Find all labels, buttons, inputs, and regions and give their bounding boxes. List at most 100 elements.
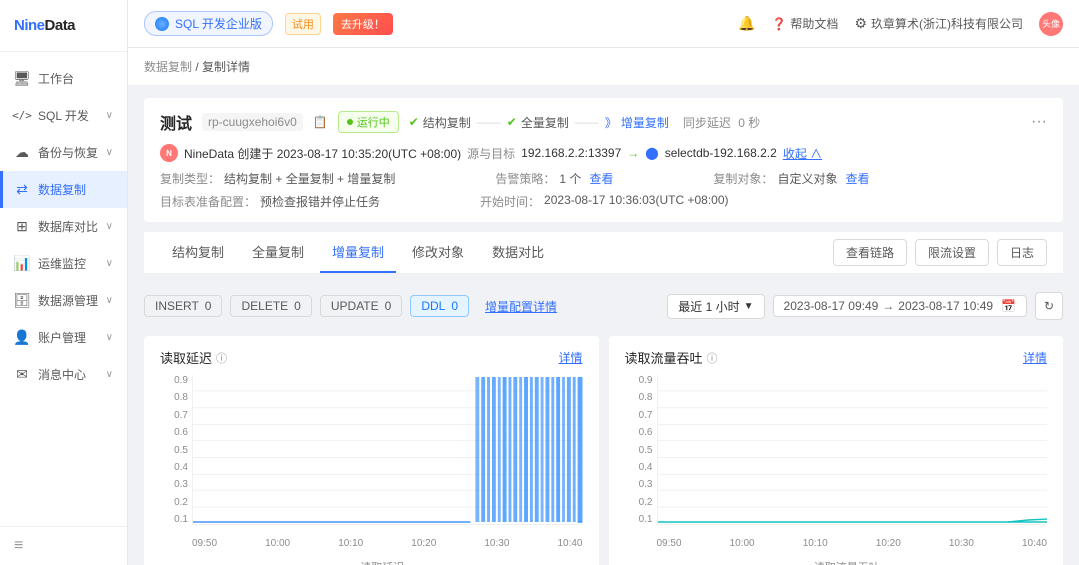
- sidebar-item-datasource[interactable]: 🗄 数据源管理 ∨: [0, 282, 127, 319]
- y-label-0.8: 0.8: [160, 392, 188, 403]
- x-label-0950: 09:50: [192, 538, 217, 549]
- task-card: 测试 rp-cuugxehoi6v0 📋 运行中 ✔ 结构复制 —— ✔ 全量复…: [144, 98, 1063, 222]
- sidebar-item-replication-label: 数据复制: [38, 181, 86, 198]
- compare-icon: ⊞: [14, 219, 30, 235]
- source-target-label: 源与目标: [467, 145, 515, 162]
- sidebar-item-account-label: 账户管理: [38, 329, 86, 346]
- tab-modify[interactable]: 修改对象: [400, 232, 476, 273]
- y-label-t-0.4: 0.4: [625, 462, 653, 473]
- message-icon: ✉: [14, 367, 30, 383]
- y-label-t-0.2: 0.2: [625, 497, 653, 508]
- chart-latency-legend: 读取延迟: [160, 559, 583, 565]
- copy-icon[interactable]: 📋: [313, 115, 328, 129]
- update-label: UPDATE: [331, 299, 379, 313]
- collapse-link[interactable]: 收起 ∧: [783, 145, 822, 162]
- logo-data: Data: [45, 17, 76, 34]
- time-dropdown-arrow: ▼: [744, 301, 754, 312]
- replication-target-value: 自定义对象: [777, 170, 837, 187]
- pipeline-steps: ✔ 结构复制 —— ✔ 全量复制 —— 》 增量复制 同步延迟: [409, 114, 761, 131]
- view-links-button[interactable]: 查看链路: [833, 239, 907, 266]
- legend-label-throughput: 读取流量吞吐: [814, 559, 880, 565]
- step-full-label: 全量复制: [521, 114, 569, 131]
- y-label-0.6: 0.6: [160, 427, 188, 438]
- delete-value: 0: [294, 299, 301, 313]
- task-header: 测试 rp-cuugxehoi6v0 📋 运行中 ✔ 结构复制 —— ✔ 全量复…: [160, 110, 1047, 134]
- chart-latency-x-labels: 09:50 10:00 10:10 10:20 10:30 10:40: [192, 531, 583, 555]
- breadcrumb-parent[interactable]: 数据复制: [144, 60, 192, 74]
- y-label-t-0.3: 0.3: [625, 479, 653, 490]
- time-selected: 最近 1 小时: [678, 298, 739, 315]
- replication-target-label: 复制对象：: [713, 170, 773, 187]
- chart-throughput-info-icon: ⓘ: [707, 350, 718, 366]
- sidebar: NineData 🖥 工作台 </> SQL 开发 ∨ ☁ 备份与恢复 ∨ ⇄ …: [0, 0, 128, 565]
- ops-icon: 📊: [14, 256, 30, 272]
- tab-data-compare[interactable]: 数据对比: [480, 232, 556, 273]
- y-label-0.3: 0.3: [160, 479, 188, 490]
- sidebar-item-ops-label: 运维监控: [38, 255, 86, 272]
- source-arrow-icon: →: [627, 146, 639, 160]
- charts-row: 读取延迟 ⓘ 详情 0.9 0.8 0.7 0.6 0.5 0.4 0.3 0.…: [144, 336, 1063, 565]
- chart-throughput-plot: [657, 375, 1048, 525]
- x-label-1000: 10:00: [265, 538, 290, 549]
- sidebar-item-backup-label: 备份与恢复: [38, 144, 98, 161]
- collapse-sidebar-icon[interactable]: ≡: [14, 537, 23, 554]
- sidebar-item-datasource-label: 数据源管理: [38, 292, 98, 309]
- alert-view-link[interactable]: 查看: [589, 170, 613, 187]
- chart-latency-header: 读取延迟 ⓘ 详情: [160, 348, 583, 367]
- sidebar-item-backup[interactable]: ☁ 备份与恢复 ∨: [0, 134, 127, 171]
- backup-arrow: ∨: [106, 147, 113, 158]
- incremental-config-link[interactable]: 增量配置详情: [485, 298, 557, 315]
- tab-full[interactable]: 全量复制: [240, 232, 316, 273]
- sidebar-bottom[interactable]: ≡: [0, 526, 127, 565]
- chart-throughput-detail-link[interactable]: 详情: [1023, 349, 1047, 366]
- task-status-label: 运行中: [357, 114, 390, 130]
- tab-struct[interactable]: 结构复制: [160, 232, 236, 273]
- sidebar-nav: 🖥 工作台 </> SQL 开发 ∨ ☁ 备份与恢复 ∨ ⇄ 数据复制 ⊞ 数据…: [0, 52, 127, 526]
- limit-settings-button[interactable]: 限流设置: [915, 239, 989, 266]
- tab-incremental[interactable]: 增量复制: [320, 232, 396, 273]
- sidebar-item-message[interactable]: ✉ 消息中心 ∨: [0, 356, 127, 393]
- breadcrumb: 数据复制 / 复制详情: [128, 48, 1079, 86]
- task-status-badge: 运行中: [338, 111, 399, 133]
- chart-throughput-area: 0.9 0.8 0.7 0.6 0.5 0.4 0.3 0.2 0.1: [625, 375, 1048, 555]
- replication-target-link[interactable]: 查看: [845, 170, 869, 187]
- tabs-bar: 结构复制 全量复制 增量复制 修改对象 数据对比 查看链路 限流设置 日志: [144, 232, 1063, 274]
- chart-latency: 读取延迟 ⓘ 详情 0.9 0.8 0.7 0.6 0.5 0.4 0.3 0.…: [144, 336, 599, 565]
- sidebar-item-data-replication[interactable]: ⇄ 数据复制: [0, 171, 127, 208]
- step-struct-check: ✔: [409, 115, 419, 129]
- sidebar-item-ops[interactable]: 📊 运维监控 ∨: [0, 245, 127, 282]
- insert-label: INSERT: [155, 299, 199, 313]
- refresh-button[interactable]: ↻: [1035, 292, 1063, 320]
- ddl-label: DDL: [421, 299, 445, 313]
- target-db-icon: ⬤: [645, 146, 658, 160]
- sidebar-item-sql-dev[interactable]: </> SQL 开发 ∨: [0, 97, 127, 134]
- more-button[interactable]: ···: [1031, 113, 1047, 131]
- sync-value: 0 秒: [738, 116, 760, 130]
- y-label-t-0.9: 0.9: [625, 375, 653, 386]
- time-dropdown[interactable]: 最近 1 小时 ▼: [667, 294, 764, 319]
- alert-label: 告警策略：: [495, 170, 555, 187]
- x-label-t-1040: 10:40: [1022, 538, 1047, 549]
- stats-row: INSERT 0 DELETE 0 UPDATE 0 DDL 0 增量配置详情 …: [144, 284, 1063, 328]
- replication-type-item: 复制类型： 结构复制 + 全量复制 + 增量复制: [160, 170, 395, 187]
- chart-throughput-y-labels: 0.9 0.8 0.7 0.6 0.5 0.4 0.3 0.2 0.1: [625, 375, 653, 525]
- chart-latency-title-text: 读取延迟: [160, 348, 212, 367]
- x-label-t-1020: 10:20: [876, 538, 901, 549]
- y-label-0.2: 0.2: [160, 497, 188, 508]
- message-arrow: ∨: [106, 369, 113, 380]
- workbench-icon: 🖥: [14, 71, 30, 87]
- sidebar-item-data-compare[interactable]: ⊞ 数据库对比 ∨: [0, 208, 127, 245]
- time-range: 2023-08-17 09:49 → 2023-08-17 10:49 📅: [773, 295, 1027, 317]
- update-value: 0: [385, 299, 392, 313]
- replication-type-label: 复制类型：: [160, 170, 220, 187]
- log-button[interactable]: 日志: [997, 239, 1047, 266]
- sidebar-item-account[interactable]: 👤 账户管理 ∨: [0, 319, 127, 356]
- chart-latency-svg: [193, 375, 583, 524]
- chart-latency-detail-link[interactable]: 详情: [558, 349, 582, 366]
- account-icon: 👤: [14, 330, 30, 346]
- start-time-item: 开始时间： 2023-08-17 10:36:03(UTC +08:00): [480, 193, 728, 210]
- task-type-row: 复制类型： 结构复制 + 全量复制 + 增量复制 告警策略： 1 个 查看 复制…: [160, 170, 1047, 187]
- alert-value: 1 个: [559, 170, 581, 187]
- sidebar-item-workbench[interactable]: 🖥 工作台: [0, 60, 127, 97]
- task-id: rp-cuugxehoi6v0: [202, 113, 303, 131]
